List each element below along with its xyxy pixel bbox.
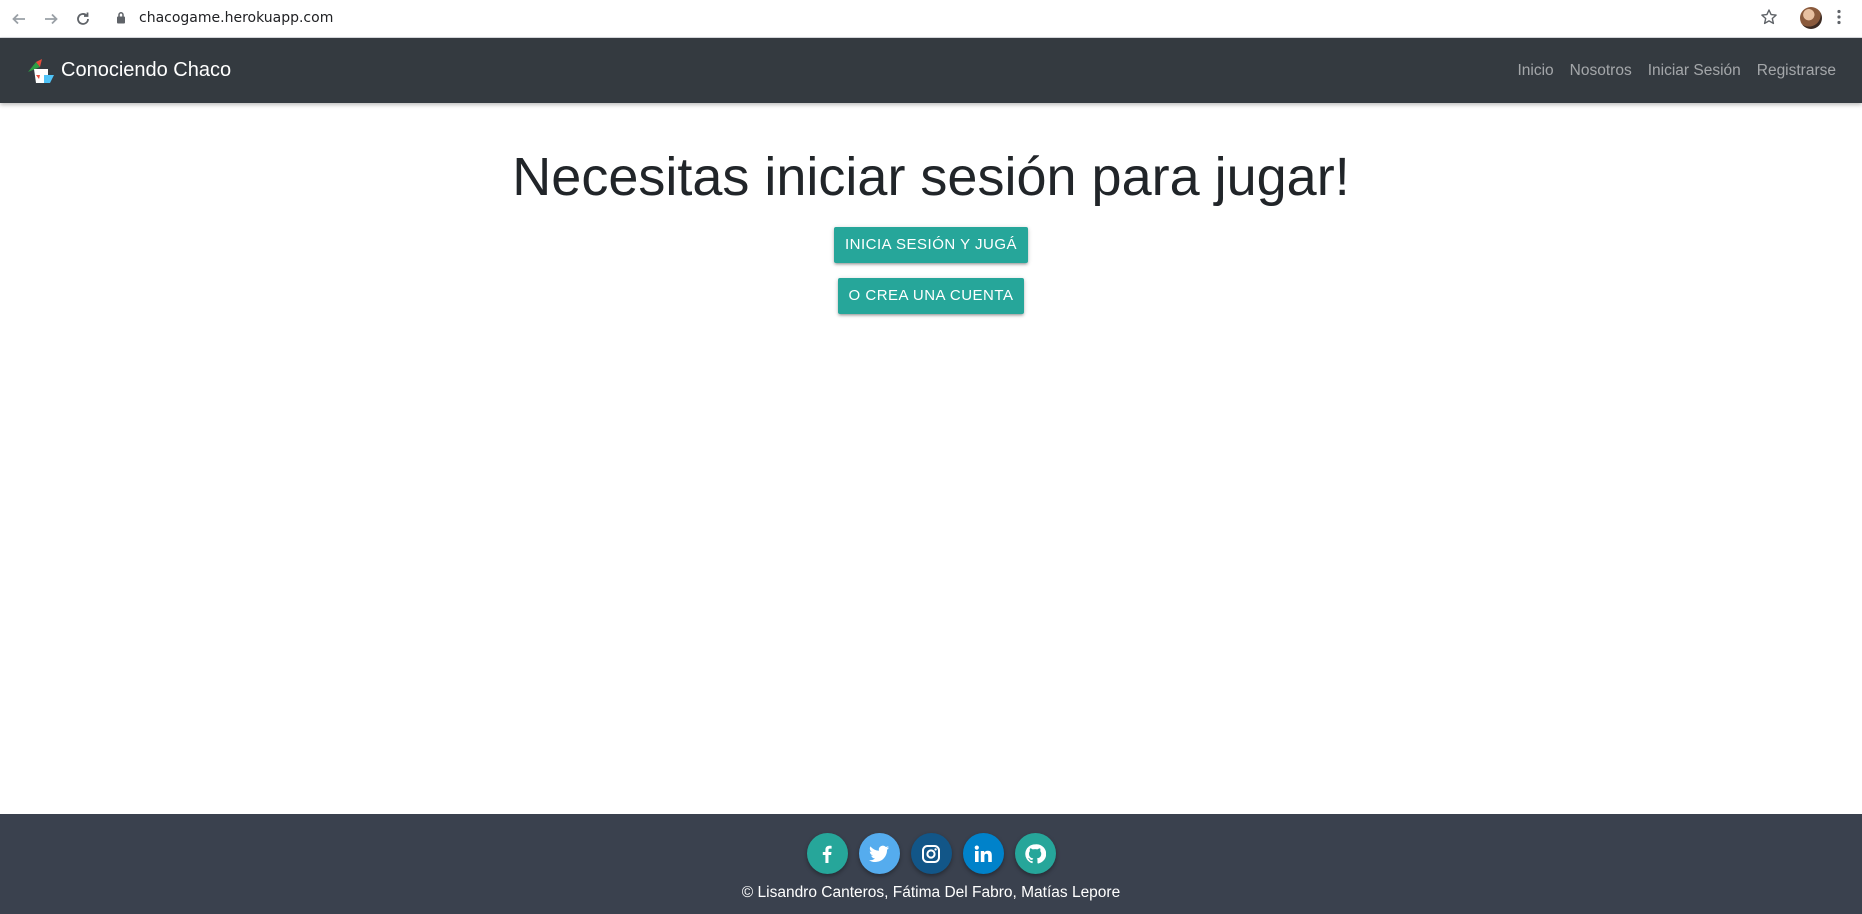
reload-icon[interactable] [71,7,95,31]
brand-link[interactable]: Conociendo Chaco [26,38,231,103]
page-title: Necesitas iniciar sesión para jugar! [512,147,1350,207]
social-links [0,833,1862,874]
nav-link-inicio[interactable]: Inicio [1509,62,1561,80]
twitter-icon[interactable] [858,833,900,874]
footer: © Lisandro Canteros, Fátima Del Fabro, M… [0,814,1862,914]
copyright-text: © Lisandro Canteros, Fátima Del Fabro, M… [741,884,1121,901]
lock-icon[interactable] [116,11,126,29]
bookmark-star-icon[interactable] [1760,8,1778,31]
linkedin-icon[interactable] [962,833,1004,874]
brand-name: Conociendo Chaco [61,59,232,81]
instagram-icon[interactable] [910,833,952,874]
brand-logo-icon [28,58,54,83]
profile-avatar[interactable] [1800,7,1822,29]
facebook-icon[interactable] [806,833,848,874]
browser-menu-icon[interactable] [1836,8,1842,31]
nav-link-nosotros[interactable]: Nosotros [1562,62,1640,80]
browser-toolbar: chacogame.herokuapp.com [0,0,1862,38]
nav-links: Inicio Nosotros Iniciar Sesión Registrar… [1509,38,1844,103]
create-account-button[interactable]: O CREA UNA CUENTA [838,278,1024,314]
back-icon[interactable] [7,7,31,31]
nav-link-registrarse[interactable]: Registrarse [1749,62,1844,80]
nav-link-iniciar-sesion[interactable]: Iniciar Sesión [1640,62,1749,80]
github-icon[interactable] [1014,833,1056,874]
login-and-play-button[interactable]: INICIA SESIÓN Y JUGÁ [834,227,1028,263]
navbar: Conociendo Chaco Inicio Nosotros Iniciar… [0,38,1862,103]
forward-icon[interactable] [39,7,63,31]
address-bar-url[interactable]: chacogame.herokuapp.com [139,10,333,26]
